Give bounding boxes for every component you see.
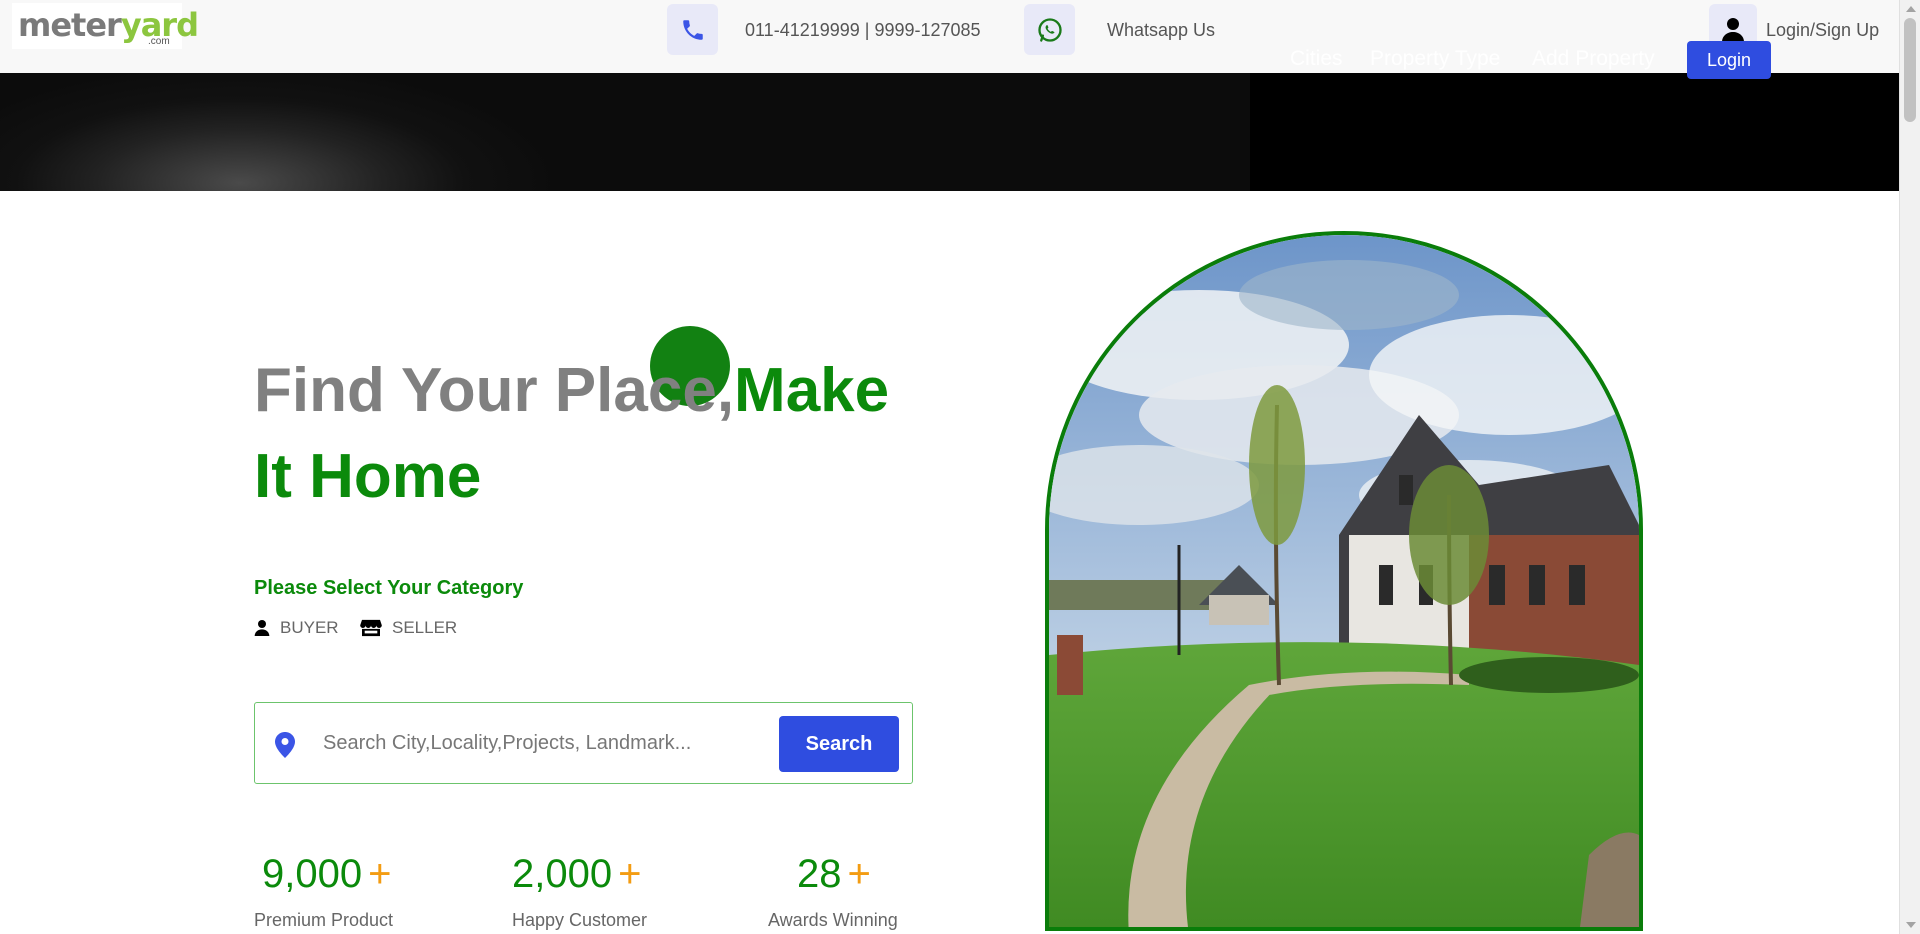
category-buyer-label: BUYER: [280, 618, 339, 637]
page-scrollbar[interactable]: [1899, 0, 1920, 934]
stat-happy-customer: 2,000 + Happy Customer: [512, 848, 672, 932]
stat-plus: +: [618, 852, 642, 896]
stat-number: 2,000: [512, 852, 613, 896]
stat-label: Premium Product: [254, 910, 394, 930]
phone-icon[interactable]: [667, 4, 718, 55]
stat-value: 2,000 +: [512, 848, 672, 900]
category-heading: Please Select Your Category: [254, 577, 524, 599]
stat-number: 28: [797, 852, 842, 896]
nav-banner: [0, 73, 1899, 191]
nav-cities[interactable]: Cities: [1290, 45, 1343, 73]
hero-house-image: [1045, 231, 1643, 931]
hero-title: Find Your Place,Make It Home: [254, 348, 934, 520]
user-icon: [254, 620, 270, 636]
nav-menu-background: [1250, 73, 1899, 191]
nav-login-button[interactable]: Login: [1687, 41, 1771, 79]
logo-wordmark: meteryard: [18, 5, 199, 45]
scroll-down-arrow-icon[interactable]: [1906, 922, 1916, 928]
store-icon: [360, 619, 382, 637]
logo-text-com: .com: [148, 36, 170, 47]
stat-awards-winning: 28 + Awards Winning: [768, 848, 928, 932]
scroll-up-arrow-icon[interactable]: [1906, 6, 1916, 12]
location-pin-icon: [273, 731, 297, 764]
search-button[interactable]: Search: [779, 716, 899, 772]
category-seller[interactable]: SELLER: [360, 617, 457, 639]
site-logo[interactable]: meteryard .com: [12, 3, 199, 49]
nav-add-property[interactable]: Add Property: [1532, 45, 1655, 73]
nav-property-type[interactable]: Property Type: [1370, 45, 1500, 73]
search-box: Search: [254, 702, 913, 784]
stat-plus: +: [368, 852, 392, 896]
stat-premium-product: 9,000 + Premium Product: [254, 848, 414, 932]
scroll-thumb[interactable]: [1904, 18, 1916, 122]
stat-value: 28 +: [768, 848, 928, 900]
login-signup-link[interactable]: Login/Sign Up: [1766, 18, 1879, 42]
phone-numbers[interactable]: 011-41219999 | 9999-127085: [745, 18, 981, 42]
whatsapp-link[interactable]: Whatsapp Us: [1107, 18, 1215, 42]
whatsapp-icon[interactable]: [1024, 4, 1075, 55]
search-input[interactable]: [323, 723, 763, 763]
stat-number: 9,000: [262, 852, 363, 896]
stat-plus: +: [847, 852, 871, 896]
category-buyer[interactable]: BUYER: [254, 617, 339, 639]
stat-label: Happy Customer: [512, 910, 648, 930]
category-seller-label: SELLER: [392, 618, 458, 637]
stat-label: Awards Winning: [768, 910, 898, 930]
stat-value: 9,000 +: [254, 848, 414, 900]
logo-text-meter: meter: [18, 6, 122, 44]
hero-title-grey: Find Your Place,: [254, 356, 735, 425]
